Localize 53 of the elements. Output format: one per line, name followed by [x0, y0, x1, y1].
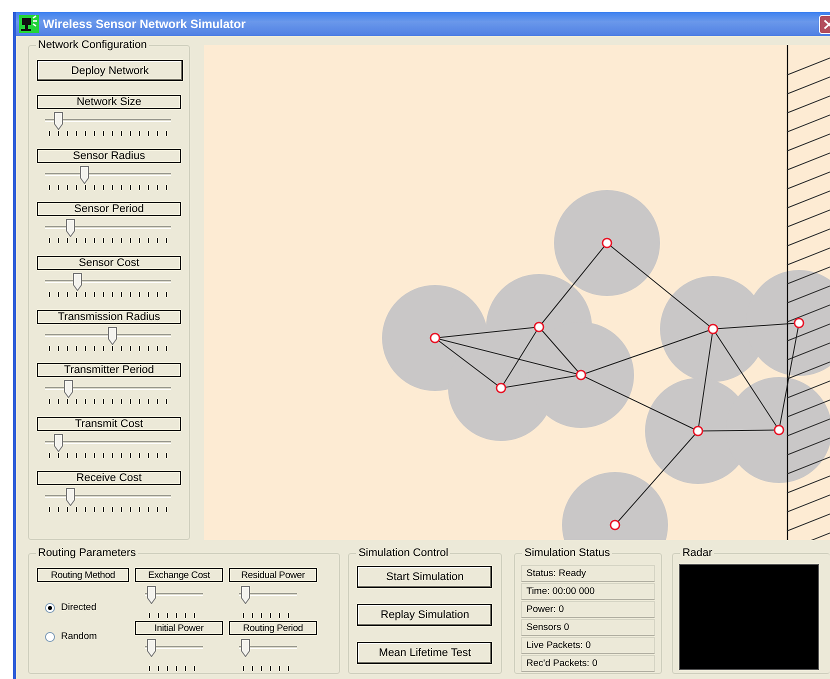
group-title: Routing Parameters: [36, 547, 138, 560]
slider-label: Sensor Radius: [37, 148, 181, 163]
radio-button[interactable]: [45, 602, 55, 612]
status-field: Power: 0: [521, 601, 656, 618]
slider-thumb[interactable]: [147, 639, 156, 657]
sensor-node: [708, 324, 718, 334]
radio-label: Directed: [61, 602, 96, 613]
sensor-node: [610, 520, 620, 530]
slider-thumb[interactable]: [64, 380, 73, 398]
status-field: Live Packets: 0: [521, 637, 656, 654]
slider-label: Transmitter Period: [37, 363, 181, 378]
sensor-node: [692, 426, 704, 436]
slider-label: Sensor Period: [37, 202, 181, 216]
deploy-button[interactable]: Deploy Network: [37, 60, 183, 81]
slider-thumb[interactable]: [108, 326, 118, 345]
sensor-node: [576, 370, 586, 380]
slider-thumb[interactable]: [80, 166, 90, 184]
slider-thumb[interactable]: [54, 112, 64, 130]
slider-label: Network Size: [37, 95, 181, 109]
radio-label: Random: [61, 631, 97, 642]
slider-label: Transmit Cost: [37, 417, 181, 432]
simulation-button[interactable]: Mean Lifetime Test: [357, 642, 492, 664]
sensor-node: [794, 318, 804, 328]
slider-thumb[interactable]: [66, 219, 76, 238]
sensor-node: [602, 238, 612, 248]
status-field: Sensors 0: [521, 619, 656, 636]
slider-thumb[interactable]: [241, 639, 250, 657]
status-field: Time: 00:00 000: [521, 583, 656, 600]
slider-label: Residual Power: [229, 568, 317, 582]
slider-thumb[interactable]: [66, 488, 76, 506]
slider-label: Transmission Radius: [37, 310, 181, 324]
slider-thumb[interactable]: [147, 586, 156, 604]
sensor-node: [430, 332, 440, 344]
radio-button[interactable]: [45, 632, 55, 642]
simulation-button[interactable]: Replay Simulation: [357, 604, 492, 626]
sensor-node: [496, 382, 506, 394]
slider-thumb[interactable]: [241, 586, 250, 604]
status-field: Rec'd Packets: 0: [521, 655, 656, 672]
app-icon: [19, 15, 39, 33]
slider-label: Routing Period: [229, 621, 317, 635]
slider-label: Initial Power: [135, 621, 223, 635]
routing-method-label: Routing Method: [37, 568, 129, 582]
group-title: Network Configuration: [36, 39, 149, 52]
simulation-button[interactable]: Start Simulation: [357, 566, 492, 588]
slider-label: Receive Cost: [37, 470, 181, 485]
status-field: Status: Ready: [521, 565, 656, 582]
slider-label: Sensor Cost: [37, 256, 181, 270]
sensor-node: [774, 424, 784, 436]
slider-label: Exchange Cost: [135, 568, 223, 582]
sensor-node: [534, 322, 544, 332]
slider-thumb[interactable]: [54, 434, 64, 452]
slider-thumb[interactable]: [73, 273, 82, 292]
window-title: Wireless Sensor Network Simulator: [43, 17, 246, 31]
